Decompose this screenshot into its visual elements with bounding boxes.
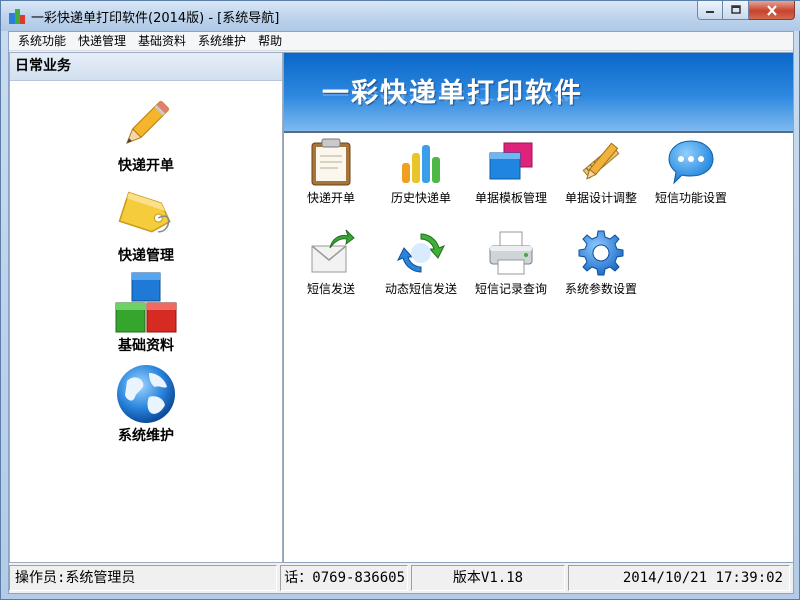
printer-icon	[489, 231, 533, 275]
tile-document-design[interactable]: 单据设计调整	[556, 137, 646, 206]
left-nav-panel: 日常业务 快递开单 快递管理 基础资料 系统维护	[9, 52, 283, 563]
tile-label: 单据模板管理	[474, 191, 547, 205]
menu-help[interactable]: 帮助	[252, 32, 288, 50]
title-bar[interactable]: 一彩快递单打印软件(2014版) - [系统导航]	[1, 1, 800, 31]
tile-label: 短信发送	[306, 282, 355, 296]
nav-item-label: 快递管理	[118, 248, 174, 264]
ruler-pencil-icon	[582, 142, 620, 180]
main-content-panel: 一彩快递单打印软件 一彩快递单打印软件 快递开单 历史快递单 单据模板管理 单据…	[283, 52, 794, 563]
nav-item-basic-data[interactable]: 基础资料	[10, 271, 282, 355]
tile-template-management[interactable]: 单据模板管理	[466, 137, 556, 206]
tile-sms-records[interactable]: 短信记录查询	[466, 228, 556, 297]
tile-express-order[interactable]: 快递开单	[286, 137, 376, 206]
close-icon	[766, 4, 777, 16]
blocks-icon	[115, 272, 177, 333]
tile-history-orders[interactable]: 历史快递单	[376, 137, 466, 206]
minimize-button[interactable]	[697, 1, 723, 20]
template-icon	[489, 142, 533, 180]
nav-item-express-order[interactable]: 快递开单	[10, 91, 282, 175]
globe-icon	[117, 365, 175, 423]
tile-label: 历史快递单	[390, 191, 451, 205]
close-button[interactable]	[749, 1, 795, 20]
tile-sms-settings[interactable]: 短信功能设置	[646, 137, 736, 206]
tile-dynamic-sms-send[interactable]: 动态短信发送	[376, 228, 466, 297]
window-controls	[697, 1, 795, 21]
nav-item-label: 快递开单	[118, 158, 174, 174]
tile-label: 单据设计调整	[564, 191, 637, 205]
status-bar: 操作员:系统管理员 话：0769-836605 版本V1.18 2014/10/…	[9, 565, 793, 593]
menu-bar: 系统功能 快递管理 基础资料 系统维护 帮助	[9, 32, 793, 51]
status-operator: 操作员:系统管理员	[9, 565, 277, 591]
nav-item-express-management[interactable]: 快递管理	[10, 181, 282, 265]
tile-sms-send[interactable]: 短信发送	[286, 228, 376, 297]
maximize-button[interactable]	[723, 1, 749, 20]
nav-item-system-maintenance[interactable]: 系统维护	[10, 361, 282, 445]
menu-system-maintenance[interactable]: 系统维护	[192, 32, 252, 50]
bar-chart-icon	[402, 145, 440, 183]
tile-label: 短信功能设置	[654, 191, 727, 205]
tile-label: 短信记录查询	[474, 282, 547, 296]
clipboard-icon	[311, 138, 351, 186]
menu-express-management[interactable]: 快递管理	[72, 32, 132, 50]
menu-system-functions[interactable]: 系统功能	[12, 32, 72, 50]
client-area: 系统功能 快递管理 基础资料 系统维护 帮助 日常业务 快递开单 快递管理 基础…	[8, 31, 794, 594]
tile-label: 系统参数设置	[564, 282, 637, 296]
maximize-icon	[730, 5, 741, 14]
envelope-send-icon	[311, 229, 355, 273]
chat-bubble-icon	[668, 140, 714, 185]
status-version: 版本V1.18	[411, 565, 565, 591]
menu-basic-data[interactable]: 基础资料	[132, 32, 192, 50]
gear-icon	[578, 230, 624, 276]
left-panel-header: 日常业务	[10, 53, 282, 81]
banner-title-reflection: 一彩快递单打印软件	[322, 86, 583, 102]
status-datetime: 2014/10/21 17:39:02	[568, 565, 790, 591]
app-logo-icon	[9, 9, 25, 24]
nav-item-label: 基础资料	[118, 338, 174, 354]
pencil-icon	[126, 100, 170, 144]
window-title: 一彩快递单打印软件(2014版) - [系统导航]	[31, 11, 280, 26]
app-window: 一彩快递单打印软件(2014版) - [系统导航] 系统功能 快递管理 基础资料…	[0, 0, 800, 600]
nav-item-label: 系统维护	[118, 428, 174, 444]
tile-label: 快递开单	[306, 191, 355, 205]
tile-system-parameters[interactable]: 系统参数设置	[556, 228, 646, 297]
refresh-icon	[396, 233, 446, 273]
tag-icon	[118, 191, 171, 233]
banner: 一彩快递单打印软件 一彩快递单打印软件	[284, 53, 793, 133]
status-phone: 话：0769-836605	[280, 565, 408, 591]
tile-label: 动态短信发送	[384, 282, 457, 296]
minimize-icon	[706, 11, 714, 13]
